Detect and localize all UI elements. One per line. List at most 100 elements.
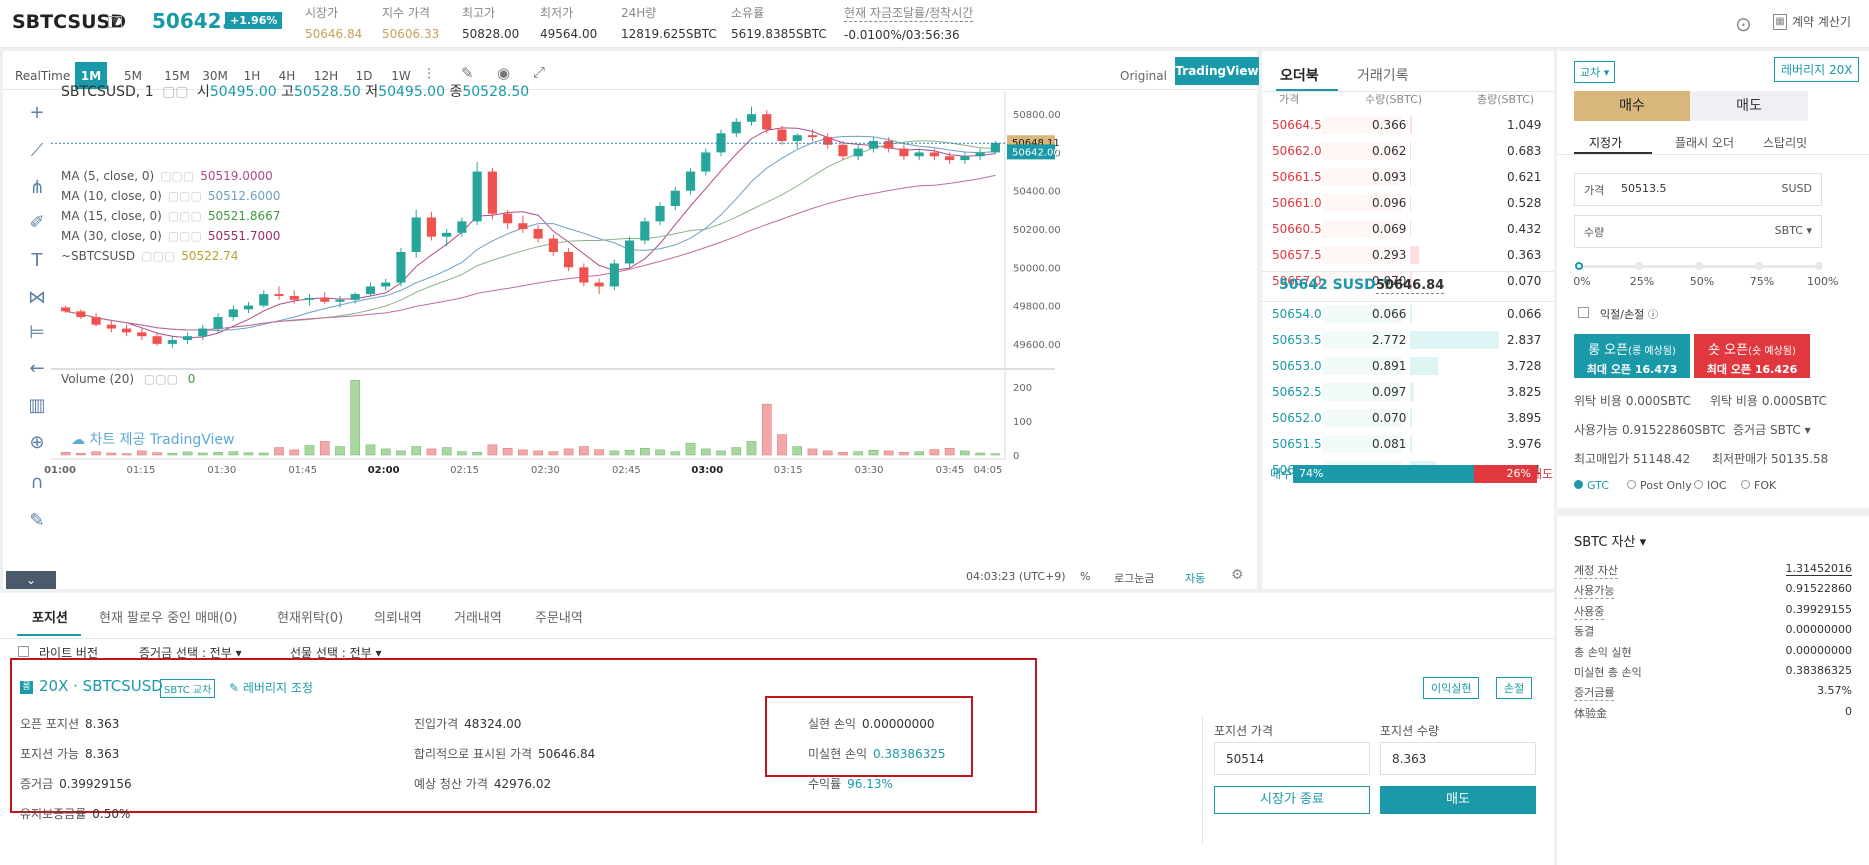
- stat-value: 50606.33: [382, 27, 440, 41]
- candle-body: [91, 317, 101, 325]
- close-qty-input[interactable]: 8.363: [1380, 742, 1536, 775]
- candle-body: [228, 309, 238, 318]
- info-icon[interactable]: ⓘ: [1648, 306, 1658, 321]
- orderbook-row[interactable]: 50662.0 0.062 0.683: [1262, 138, 1554, 164]
- log-scale-button[interactable]: 로그눈금: [1114, 570, 1154, 586]
- calculator-icon[interactable]: ▦: [1773, 14, 1787, 30]
- orderbook-row[interactable]: 50654.0 0.066 0.066: [1262, 301, 1554, 327]
- location-icon[interactable]: ⊙: [1735, 12, 1752, 36]
- ob-total: 2.837: [1507, 333, 1542, 347]
- orderbook-row[interactable]: 50660.5 0.069 0.432: [1262, 216, 1554, 242]
- margin-mode-button[interactable]: 교차 ▾: [1574, 61, 1616, 83]
- liquidation-price: 예상 청산 가격 42976.02: [414, 777, 552, 791]
- orderbook-row[interactable]: 50661.5 0.093 0.621: [1262, 164, 1554, 190]
- volume-tick-label: 100: [1013, 417, 1032, 428]
- candle-body: [518, 223, 528, 229]
- position-tab[interactable]: 현재위탁(0): [277, 607, 343, 626]
- orderbook-row[interactable]: 50652.5 0.097 3.825: [1262, 379, 1554, 405]
- candle-body: [182, 336, 193, 341]
- chart-settings-icon[interactable]: ⚙: [1231, 567, 1244, 583]
- tif-option-gtc[interactable]: GTC: [1574, 479, 1609, 492]
- lite-version-checkbox[interactable]: [18, 646, 29, 657]
- candle-body: [609, 263, 619, 287]
- orderbook-row[interactable]: 50661.0 0.096 0.528: [1262, 190, 1554, 216]
- orderbook-row[interactable]: 50653.0 0.891 3.728: [1262, 353, 1554, 379]
- slider-tick[interactable]: [1695, 262, 1703, 270]
- ob-qty: 0.093: [1372, 170, 1407, 184]
- ob-price: 50662.0: [1272, 144, 1322, 158]
- position-tab[interactable]: 현재 팔로우 중인 매매(0): [99, 607, 237, 626]
- asset-label: 총 손익 실현: [1574, 645, 1632, 659]
- position-title: 20X · SBTCSUSD: [39, 677, 163, 695]
- orderbook-row[interactable]: 50653.5 2.772 2.837: [1262, 327, 1554, 353]
- leverage-button[interactable]: 레버리지 20X: [1774, 57, 1860, 82]
- volume-bar: [441, 447, 452, 456]
- active-tab-underline: [17, 634, 81, 636]
- adjust-leverage-link[interactable]: ✎ 레버리지 조정: [229, 679, 313, 696]
- percent-scale-button[interactable]: %: [1080, 570, 1090, 583]
- ma-line-10: [65, 135, 996, 332]
- radio-icon: [1627, 480, 1636, 489]
- price-input[interactable]: 가격 50513.5 SUSD: [1574, 173, 1822, 206]
- candle-body: [320, 297, 330, 302]
- volume-bar: [838, 452, 848, 456]
- ob-price: 50657.5: [1272, 248, 1322, 262]
- stop-loss-button[interactable]: 손절: [1496, 677, 1533, 699]
- quantity-input[interactable]: 수량 SBTC ▾: [1574, 215, 1822, 248]
- margin-currency[interactable]: 증거금 SBTC ▾: [1733, 421, 1811, 438]
- tif-option-post-only[interactable]: Post Only: [1627, 479, 1692, 492]
- orderbook-row[interactable]: 50652.0 0.070 3.895: [1262, 405, 1554, 431]
- close-price-input[interactable]: 50514: [1214, 742, 1370, 775]
- volume-bar: [76, 453, 86, 456]
- buy-sell-ratio-bar: 74% 26%: [1293, 465, 1537, 483]
- candle-body: [670, 190, 680, 207]
- orderbook-row[interactable]: 50651.5 0.081 3.976: [1262, 431, 1554, 457]
- orderbook-row[interactable]: 50664.5 0.366 1.049: [1262, 112, 1554, 138]
- slider-tick[interactable]: [1635, 262, 1643, 270]
- volume-bar: [121, 453, 132, 456]
- position-tab[interactable]: 거래내역: [454, 607, 502, 626]
- contract-calculator-link[interactable]: 계약 계산기: [1792, 13, 1851, 30]
- volume-toggle-icon[interactable]: ▢▢▢: [144, 372, 178, 386]
- roe: 수익률 96.13%: [808, 777, 893, 791]
- candlestick-chart[interactable]: 50800.0050600.0050400.0050200.0050000.00…: [3, 51, 1257, 589]
- long-open-button[interactable]: 롱 오픈(롱 예상됨) 최대 오픈 16.473 SBTC: [1574, 334, 1690, 390]
- orderbook-panel: 오더북 거래기록 가격 수량(SBTC) 총량(SBTC) 50664.5 0.3…: [1262, 51, 1554, 589]
- sell-tab[interactable]: 매도: [1690, 91, 1808, 121]
- auto-scale-button[interactable]: 자동: [1185, 570, 1205, 586]
- asset-value: 0.38386325: [1785, 664, 1852, 677]
- market-close-button[interactable]: 시장가 종료: [1214, 786, 1370, 814]
- slider-tick[interactable]: [1815, 262, 1823, 270]
- assets-title[interactable]: SBTC 자산 ▾: [1574, 531, 1646, 550]
- tab-orderbook[interactable]: 오더북: [1280, 65, 1319, 85]
- short-open-button[interactable]: 숏 오픈(숏 예상됨) 최대 오픈 16.426 SBTC: [1694, 334, 1810, 390]
- order-type-stop-limit[interactable]: 스탑리밋: [1763, 134, 1807, 151]
- asset-value: 0.39929155: [1785, 602, 1852, 616]
- slider-tick[interactable]: [1755, 262, 1763, 270]
- candle-body: [457, 221, 467, 233]
- ob-price: 50661.0: [1272, 196, 1322, 210]
- tif-option-fok[interactable]: FOK: [1741, 479, 1776, 492]
- volume-bar: [213, 452, 223, 456]
- position-tab[interactable]: 포지션: [32, 607, 68, 626]
- tpsl-checkbox[interactable]: [1578, 307, 1589, 318]
- tab-trade-history[interactable]: 거래기록: [1357, 65, 1409, 85]
- time-tick-label: 02:45: [612, 465, 641, 476]
- order-type-limit[interactable]: 지정가: [1589, 134, 1622, 151]
- price-tick-label: 49800.00: [1013, 302, 1061, 313]
- slider-handle[interactable]: [1575, 262, 1583, 270]
- orderbook-row[interactable]: 50657.5 0.293 0.363: [1262, 242, 1554, 268]
- mark-price: 50646.84: [1376, 278, 1445, 294]
- position-tab[interactable]: 주문내역: [535, 607, 583, 626]
- fee-short: 위탁 비용 0.000SBTC: [1710, 394, 1828, 408]
- take-profit-button[interactable]: 이익실현: [1423, 677, 1480, 699]
- tif-option-ioc[interactable]: IOC: [1694, 479, 1727, 492]
- candle-body: [152, 336, 162, 344]
- depth-bar: [1410, 220, 1411, 238]
- position-tab[interactable]: 의뢰내역: [374, 607, 422, 626]
- close-sell-button[interactable]: 매도: [1380, 786, 1536, 814]
- symbol-dropdown-icon[interactable]: ▼: [108, 16, 122, 28]
- order-type-flash[interactable]: 플래시 오더: [1675, 134, 1734, 151]
- market-stat: 소유률 5619.8385SBTC: [731, 4, 827, 41]
- buy-tab[interactable]: 매수: [1574, 91, 1690, 121]
